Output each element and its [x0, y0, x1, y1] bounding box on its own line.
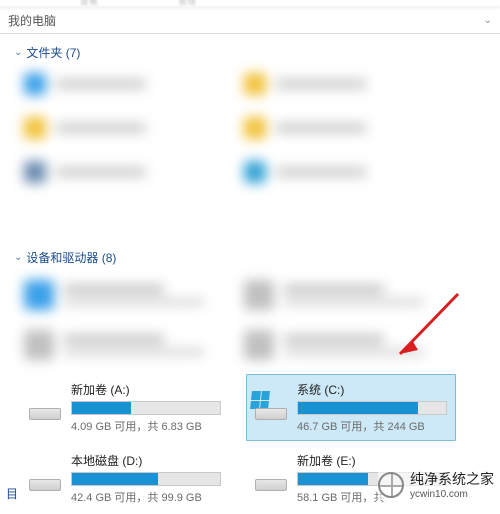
- folder-item[interactable]: [24, 71, 204, 97]
- watermark-title: 纯净系统之家: [410, 471, 494, 487]
- drive-subtext: 4.09 GB 可用，共 6.83 GB: [71, 418, 221, 434]
- address-bar[interactable]: 我的电脑 ⌄: [0, 8, 500, 34]
- drive-d[interactable]: 本地磁盘 (D:) 42.4 GB 可用，共 99.9 GB: [20, 445, 230, 512]
- watermark: 纯净系统之家 ycwin10.com: [378, 469, 494, 500]
- drive-item[interactable]: [24, 326, 204, 364]
- drive-subtext: 42.4 GB 可用，共 99.9 GB: [71, 489, 221, 505]
- windows-badge-icon: [250, 391, 270, 409]
- drive-item[interactable]: [24, 276, 204, 314]
- drive-a[interactable]: 新加卷 (A:) 4.09 GB 可用，共 6.83 GB: [20, 374, 230, 441]
- globe-icon: [378, 472, 404, 498]
- section-header-drives[interactable]: ⌄ 设备和驱动器 (8): [0, 245, 500, 272]
- folder-item[interactable]: [244, 115, 424, 141]
- hdd-icon: [27, 464, 63, 494]
- footer-char: 目: [6, 485, 18, 502]
- section-title: 设备和驱动器 (8): [26, 249, 116, 266]
- drive-label: 系统 (C:): [297, 381, 447, 398]
- folder-item[interactable]: [24, 115, 204, 141]
- drive-c[interactable]: 系统 (C:) 46.7 GB 可用，共 244 GB: [246, 374, 456, 441]
- collapse-caret-icon: ⌄: [14, 252, 22, 263]
- chevron-down-icon[interactable]: ⌄: [484, 15, 492, 26]
- folder-item[interactable]: [244, 71, 424, 97]
- hdd-icon: [253, 393, 289, 423]
- section-title: 文件夹 (7): [26, 44, 80, 61]
- ribbon-tabs: 查看 管理: [0, 0, 500, 8]
- drive-label: 新加卷 (A:): [71, 381, 221, 398]
- drives-blur-row: [0, 322, 500, 372]
- watermark-url: ycwin10.com: [410, 489, 494, 500]
- hdd-icon: [27, 393, 63, 423]
- section-header-folders[interactable]: ⌄ 文件夹 (7): [0, 34, 500, 67]
- drive-subtext: 46.7 GB 可用，共 244 GB: [297, 418, 447, 434]
- capacity-bar: [71, 401, 221, 415]
- folders-grid: [0, 67, 500, 245]
- drive-label: 本地磁盘 (D:): [71, 452, 221, 469]
- capacity-bar: [297, 401, 447, 415]
- drive-label: 新加卷 (E:): [297, 452, 447, 469]
- drive-item[interactable]: [244, 276, 424, 314]
- drives-blur-row: [0, 272, 500, 322]
- capacity-bar: [71, 472, 221, 486]
- folder-item[interactable]: [24, 159, 204, 185]
- drive-item[interactable]: [244, 326, 424, 364]
- ribbon-tab: 查看: [80, 0, 98, 7]
- folder-item[interactable]: [244, 159, 424, 185]
- drive-row: 新加卷 (A:) 4.09 GB 可用，共 6.83 GB 系统 (C:) 46…: [0, 372, 500, 443]
- location-text: 我的电脑: [8, 12, 484, 29]
- ribbon-tab: 管理: [178, 0, 196, 7]
- hdd-icon: [253, 464, 289, 494]
- collapse-caret-icon: ⌄: [14, 47, 22, 58]
